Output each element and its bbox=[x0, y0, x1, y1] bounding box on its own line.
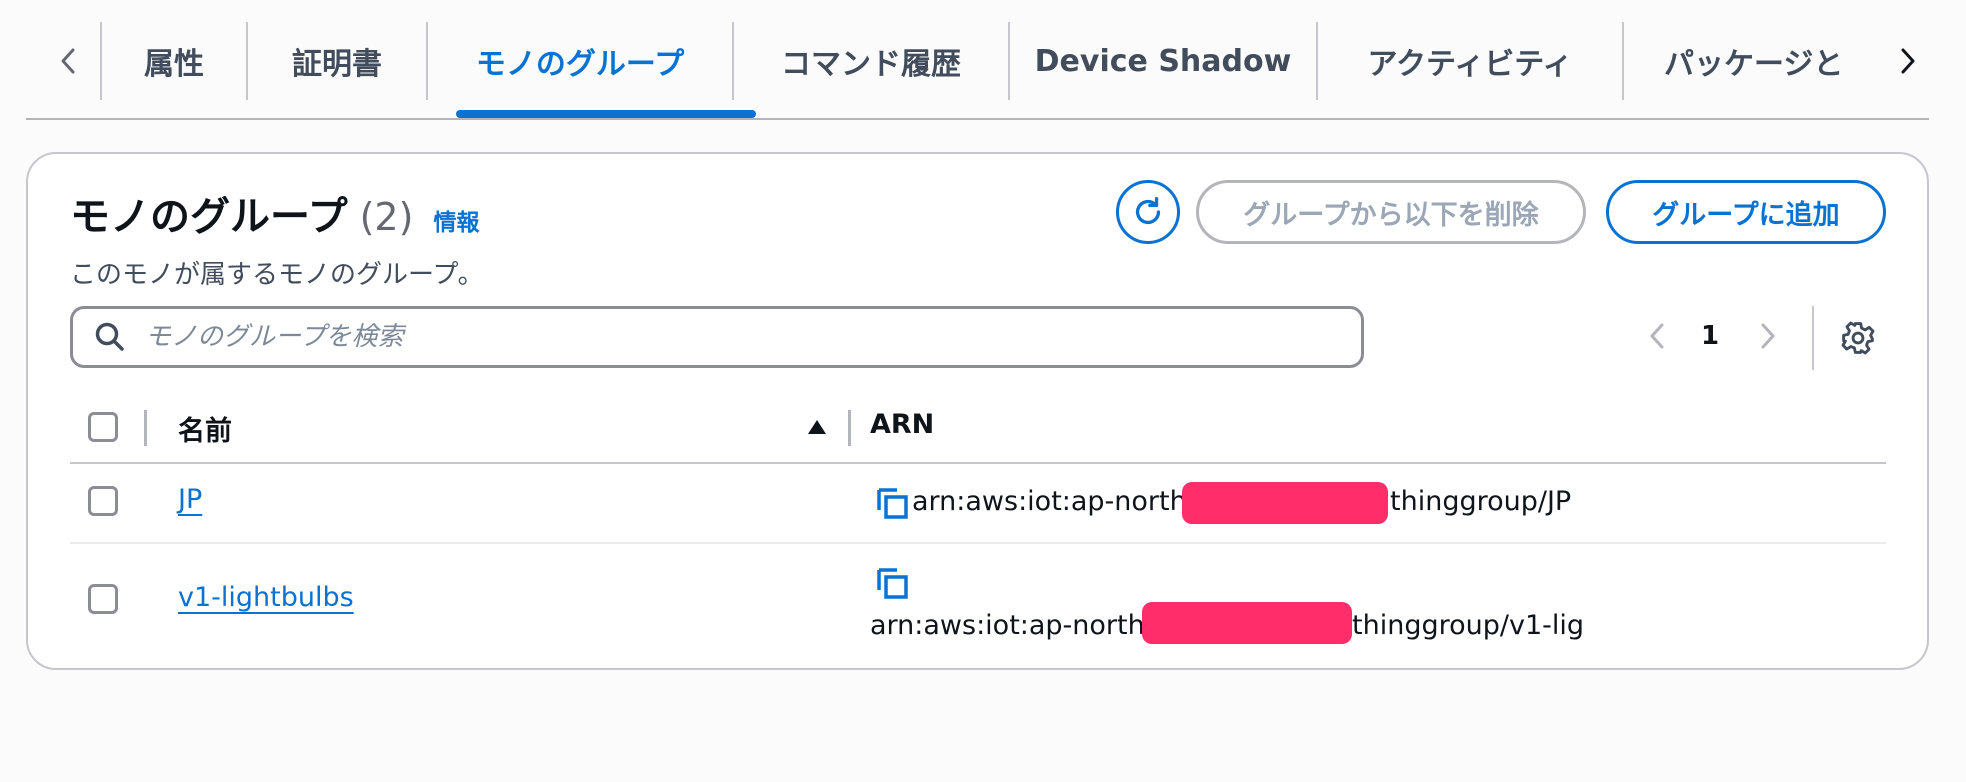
redaction-box bbox=[1182, 482, 1388, 524]
page-number[interactable]: 1 bbox=[1692, 316, 1728, 356]
refresh-icon bbox=[1135, 197, 1161, 225]
table-header: 名前 ARN bbox=[70, 392, 1886, 464]
refresh-button[interactable] bbox=[1116, 180, 1180, 244]
chevron-right-icon bbox=[1761, 323, 1775, 349]
column-header-arn[interactable]: ARN bbox=[870, 409, 934, 440]
tabs-scroll-right-button[interactable] bbox=[1888, 38, 1928, 84]
arn-suffix: thinggroup/v1-lightbu bbox=[1352, 610, 1586, 641]
search-field[interactable] bbox=[70, 306, 1364, 368]
tabs-scroll-left-button[interactable] bbox=[48, 38, 88, 84]
redaction-box bbox=[1142, 602, 1352, 644]
add-to-group-button[interactable]: グループに追加 bbox=[1606, 180, 1886, 244]
copy-icon[interactable] bbox=[876, 566, 910, 600]
column-header-name[interactable]: 名前 bbox=[178, 409, 232, 448]
group-count: (2) bbox=[359, 195, 414, 239]
pager-divider bbox=[1812, 306, 1814, 370]
next-page-button[interactable] bbox=[1753, 316, 1783, 356]
tab-certificates[interactable]: 証明書 bbox=[248, 22, 426, 100]
chevron-right-icon bbox=[1901, 48, 1915, 74]
search-icon bbox=[95, 322, 124, 351]
info-link[interactable]: 情報 bbox=[433, 203, 479, 237]
gear-icon bbox=[1841, 321, 1875, 355]
search-input[interactable] bbox=[145, 322, 1361, 352]
row-checkbox[interactable] bbox=[88, 584, 118, 614]
panel-description: このモノが属するモノのグループ。 bbox=[70, 260, 484, 290]
previous-page-button[interactable] bbox=[1642, 316, 1672, 356]
group-name-link[interactable]: JP bbox=[178, 484, 202, 515]
arn-suffix: thinggroup/JP bbox=[1390, 486, 1572, 517]
panel-title: モノのグループ bbox=[70, 194, 348, 240]
chevron-left-icon bbox=[1650, 323, 1664, 349]
remove-from-group-button[interactable]: グループから以下を削除 bbox=[1196, 180, 1586, 244]
table-row: JP arn:aws:iot:ap-northeast-1: thinggrou… bbox=[70, 464, 1886, 544]
tab-packages[interactable]: パッケージと bbox=[1624, 22, 1888, 100]
active-tab-indicator bbox=[456, 110, 756, 118]
preferences-button[interactable] bbox=[1838, 318, 1878, 358]
tab-bar: 属性 証明書 モノのグループ コマンド履歴 Device Shadow アクティ… bbox=[26, 0, 1929, 120]
tab-device-shadow[interactable]: Device Shadow bbox=[1010, 22, 1316, 100]
sort-ascending-icon[interactable] bbox=[806, 418, 828, 436]
panel-header: モノのグループ (2) 情報 bbox=[70, 184, 479, 242]
tab-activity[interactable]: アクティビティ bbox=[1318, 22, 1622, 100]
tab-attributes[interactable]: 属性 bbox=[102, 22, 246, 100]
column-divider bbox=[144, 410, 147, 446]
row-checkbox[interactable] bbox=[88, 486, 118, 516]
copy-icon[interactable] bbox=[876, 486, 910, 520]
column-resizer[interactable] bbox=[848, 410, 851, 446]
chevron-left-icon bbox=[61, 48, 75, 74]
tab-thing-groups[interactable]: モノのグループ bbox=[428, 22, 732, 100]
select-all-checkbox[interactable] bbox=[88, 412, 118, 442]
tab-command-history[interactable]: コマンド履歴 bbox=[734, 22, 1008, 100]
tab-list: 属性 証明書 モノのグループ コマンド履歴 Device Shadow アクティ… bbox=[100, 0, 1888, 118]
table-row: v1-lightbulbs arn:aws:iot:ap-northeast-1… bbox=[70, 546, 1886, 658]
group-name-link[interactable]: v1-lightbulbs bbox=[178, 582, 354, 613]
thing-groups-panel: モノのグループ (2) 情報 このモノが属するモノのグループ。 グループから以下… bbox=[26, 152, 1929, 670]
